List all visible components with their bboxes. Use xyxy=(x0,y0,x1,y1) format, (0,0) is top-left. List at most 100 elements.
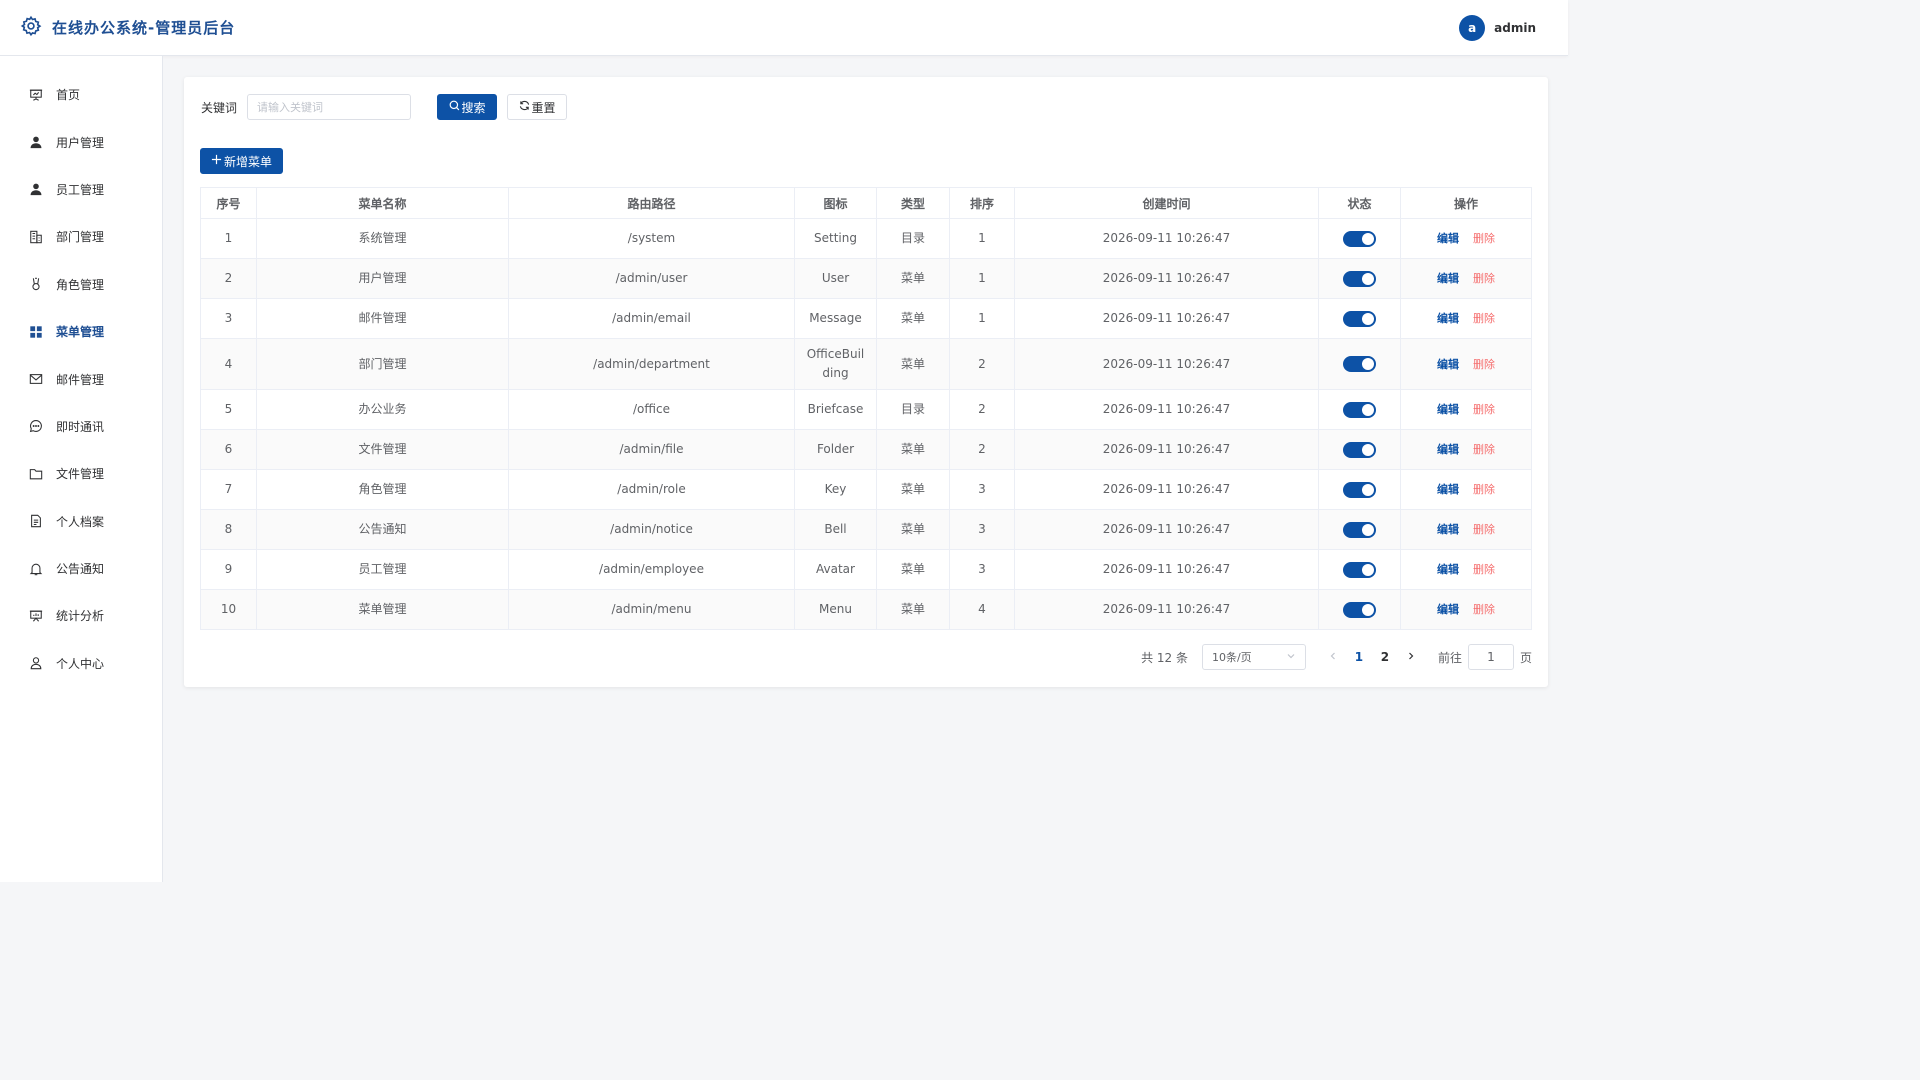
cell-sort: 3 xyxy=(949,509,1015,550)
cell-icon: Setting xyxy=(794,218,877,259)
username[interactable]: admin xyxy=(1494,21,1536,35)
sidebar-item-notices[interactable]: 公告通知 xyxy=(0,545,162,592)
col-header-type: 类型 xyxy=(876,187,950,219)
status-toggle[interactable] xyxy=(1343,441,1376,458)
edit-button[interactable]: 编辑 xyxy=(1437,312,1459,325)
cell-status xyxy=(1318,338,1401,390)
next-page-button[interactable] xyxy=(1398,650,1424,664)
status-toggle[interactable] xyxy=(1343,521,1376,538)
sidebar-item-menus[interactable]: 菜单管理 xyxy=(0,308,162,355)
delete-button[interactable]: 删除 xyxy=(1473,603,1495,616)
content-card: 关键词 搜索 重置 新增菜单 序号 菜单名称 路由路径 图标 类型 排序 创建时… xyxy=(184,77,1548,687)
edit-button[interactable]: 编辑 xyxy=(1437,358,1459,371)
cell-path: /admin/employee xyxy=(508,549,795,590)
cell-icon: Key xyxy=(794,469,877,510)
delete-button[interactable]: 删除 xyxy=(1473,443,1495,456)
status-toggle[interactable] xyxy=(1343,356,1376,372)
status-toggle[interactable] xyxy=(1343,230,1376,247)
edit-button[interactable]: 编辑 xyxy=(1437,523,1459,536)
cell-sort: 4 xyxy=(949,589,1015,630)
keyword-input[interactable] xyxy=(247,94,412,120)
sidebar-item-label: 菜单管理 xyxy=(56,325,105,340)
cell-index: 3 xyxy=(200,298,257,339)
edit-button[interactable]: 编辑 xyxy=(1437,483,1459,496)
page-2-button[interactable]: 2 xyxy=(1372,650,1398,664)
chart-board-icon xyxy=(28,608,43,623)
reset-button[interactable]: 重置 xyxy=(507,94,568,120)
sidebar-item-mail[interactable]: 邮件管理 xyxy=(0,355,162,402)
table-row: 2 用户管理/admin/user User 菜单 1 2026-09-11 10:26:… xyxy=(200,258,1532,299)
page-1-button[interactable]: 1 xyxy=(1346,650,1372,664)
goto-suffix: 页 xyxy=(1519,650,1532,665)
sidebar-item-label: 文件管理 xyxy=(56,467,105,482)
goto-page-input[interactable] xyxy=(1467,644,1514,670)
edit-button[interactable]: 编辑 xyxy=(1437,443,1459,456)
status-toggle[interactable] xyxy=(1343,561,1376,578)
office-building-icon xyxy=(28,229,43,244)
sidebar-item-files[interactable]: 文件管理 xyxy=(0,450,162,497)
delete-button[interactable]: 删除 xyxy=(1473,232,1495,245)
table-row: 1 系统管理/system Setting 目录 1 2026-09-11 10:26:4… xyxy=(200,218,1532,259)
cell-icon: Briefcase xyxy=(794,389,877,430)
search-button[interactable]: 搜索 xyxy=(437,94,498,120)
cell-status xyxy=(1318,218,1401,259)
toggle-knob xyxy=(1362,563,1374,576)
toggle-knob xyxy=(1362,272,1374,285)
sidebar-item-departments[interactable]: 部门管理 xyxy=(0,213,162,260)
sidebar-item-employees[interactable]: 员工管理 xyxy=(0,166,162,213)
reset-button-label: 重置 xyxy=(531,100,556,115)
cell-sort: 3 xyxy=(949,549,1015,590)
col-header-created: 创建时间 xyxy=(1014,187,1319,219)
status-toggle[interactable] xyxy=(1343,310,1376,327)
prev-page-button[interactable] xyxy=(1320,650,1346,664)
edit-button[interactable]: 编辑 xyxy=(1437,603,1459,616)
toggle-knob xyxy=(1362,232,1374,245)
cell-index: 2 xyxy=(200,258,257,299)
add-menu-button[interactable]: 新增菜单 xyxy=(200,148,283,174)
sidebar-item-roles[interactable]: 角色管理 xyxy=(0,261,162,308)
sidebar-item-personal-center[interactable]: 个人中心 xyxy=(0,640,162,687)
sidebar-item-profile-archive[interactable]: 个人档案 xyxy=(0,498,162,545)
edit-button[interactable]: 编辑 xyxy=(1437,232,1459,245)
cell-index: 8 xyxy=(200,509,257,550)
sidebar-item-users[interactable]: 用户管理 xyxy=(0,118,162,165)
status-toggle[interactable] xyxy=(1343,270,1376,287)
cell-name: 用户管理 xyxy=(256,258,509,299)
page-size-select[interactable]: 10条/页 xyxy=(1201,644,1306,670)
cell-created: 2026-09-11 10:26:47 xyxy=(1014,338,1319,390)
delete-button[interactable]: 删除 xyxy=(1473,563,1495,576)
status-toggle[interactable] xyxy=(1343,401,1376,418)
brand: 在线办公系统-管理员后台 xyxy=(20,15,235,40)
cell-index: 10 xyxy=(200,589,257,630)
col-header-status: 状态 xyxy=(1318,187,1401,219)
toggle-knob xyxy=(1362,603,1374,616)
document-icon xyxy=(28,514,43,529)
cell-actions: 编辑 删除 xyxy=(1400,589,1532,630)
cell-actions: 编辑 删除 xyxy=(1400,509,1532,550)
delete-button[interactable]: 删除 xyxy=(1473,523,1495,536)
cell-icon: User xyxy=(794,258,877,299)
delete-button[interactable]: 删除 xyxy=(1473,403,1495,416)
cell-path: /office xyxy=(508,389,795,430)
edit-button[interactable]: 编辑 xyxy=(1437,272,1459,285)
edit-button[interactable]: 编辑 xyxy=(1437,403,1459,416)
avatar[interactable]: a xyxy=(1459,14,1486,41)
sidebar-item-chat[interactable]: 即时通讯 xyxy=(0,403,162,450)
edit-button[interactable]: 编辑 xyxy=(1437,563,1459,576)
status-toggle[interactable] xyxy=(1343,481,1376,498)
chevron-down-icon xyxy=(1286,651,1296,664)
sidebar-item-home[interactable]: 首页 xyxy=(0,71,162,118)
medal-icon xyxy=(28,277,43,292)
user-outline-icon xyxy=(28,656,43,671)
cell-status xyxy=(1318,389,1401,430)
status-toggle[interactable] xyxy=(1343,601,1376,618)
cell-sort: 1 xyxy=(949,298,1015,339)
cell-path: /admin/user xyxy=(508,258,795,299)
delete-button[interactable]: 删除 xyxy=(1473,483,1495,496)
user-menu[interactable]: a admin xyxy=(1459,14,1548,41)
delete-button[interactable]: 删除 xyxy=(1473,358,1495,371)
sidebar-item-statistics[interactable]: 统计分析 xyxy=(0,592,162,639)
delete-button[interactable]: 删除 xyxy=(1473,272,1495,285)
cell-name: 菜单管理 xyxy=(256,589,509,630)
delete-button[interactable]: 删除 xyxy=(1473,312,1495,325)
